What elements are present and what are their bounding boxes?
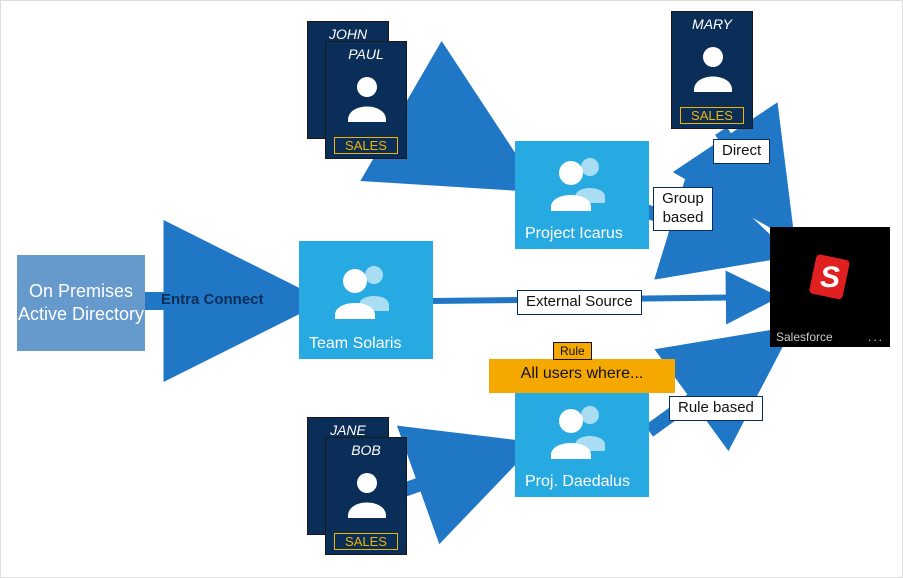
user-name: MARY bbox=[672, 12, 752, 32]
rule-tag: Rule bbox=[553, 342, 592, 360]
salesforce-menu[interactable]: ... bbox=[868, 330, 884, 344]
group-proj-daedalus: Proj. Daedalus bbox=[515, 389, 649, 497]
user-card-bob: BOB SALES bbox=[325, 437, 407, 555]
edge-label-direct: Direct bbox=[713, 139, 770, 164]
rule-text: All users where... bbox=[521, 365, 644, 382]
user-dept: SALES bbox=[334, 533, 398, 550]
group-icon bbox=[329, 259, 399, 319]
user-name: BOB bbox=[326, 438, 406, 458]
salesforce-tile[interactable]: S Salesforce ... bbox=[770, 227, 890, 347]
person-icon bbox=[342, 468, 392, 518]
group-icon bbox=[545, 151, 615, 211]
person-icon bbox=[688, 42, 738, 92]
salesforce-label: Salesforce bbox=[776, 330, 833, 344]
arrow-users-to-icarus bbox=[401, 111, 513, 176]
user-card-mary: MARY SALES bbox=[671, 11, 753, 129]
svg-text:S: S bbox=[820, 261, 840, 294]
salesforce-icon: S bbox=[800, 249, 860, 309]
edge-label-external: External Source bbox=[517, 290, 642, 315]
user-name: JANE bbox=[308, 418, 388, 438]
user-name: JOHN bbox=[308, 22, 388, 42]
on-prem-ad-box: On Premises Active Directory bbox=[17, 255, 145, 351]
edge-label-group-based: Group based bbox=[653, 187, 713, 231]
person-icon bbox=[342, 72, 392, 122]
user-dept: SALES bbox=[680, 107, 744, 124]
rule-banner: All users where... bbox=[489, 359, 675, 393]
edge-label-rule-based: Rule based bbox=[669, 396, 763, 421]
entra-connect-label: Entra Connect bbox=[161, 291, 264, 308]
on-prem-ad-label: On Premises Active Directory bbox=[17, 280, 145, 327]
group-team-solaris: Team Solaris bbox=[299, 241, 433, 359]
group-solaris-label: Team Solaris bbox=[309, 335, 401, 353]
group-icon bbox=[545, 399, 615, 459]
user-card-paul: PAUL SALES bbox=[325, 41, 407, 159]
user-dept: SALES bbox=[334, 137, 398, 154]
group-project-icarus: Project Icarus bbox=[515, 141, 649, 249]
user-name: PAUL bbox=[326, 42, 406, 62]
group-icarus-label: Project Icarus bbox=[525, 225, 623, 243]
group-daedalus-label: Proj. Daedalus bbox=[525, 473, 630, 491]
arrow-users-to-daedalus bbox=[401, 451, 513, 491]
